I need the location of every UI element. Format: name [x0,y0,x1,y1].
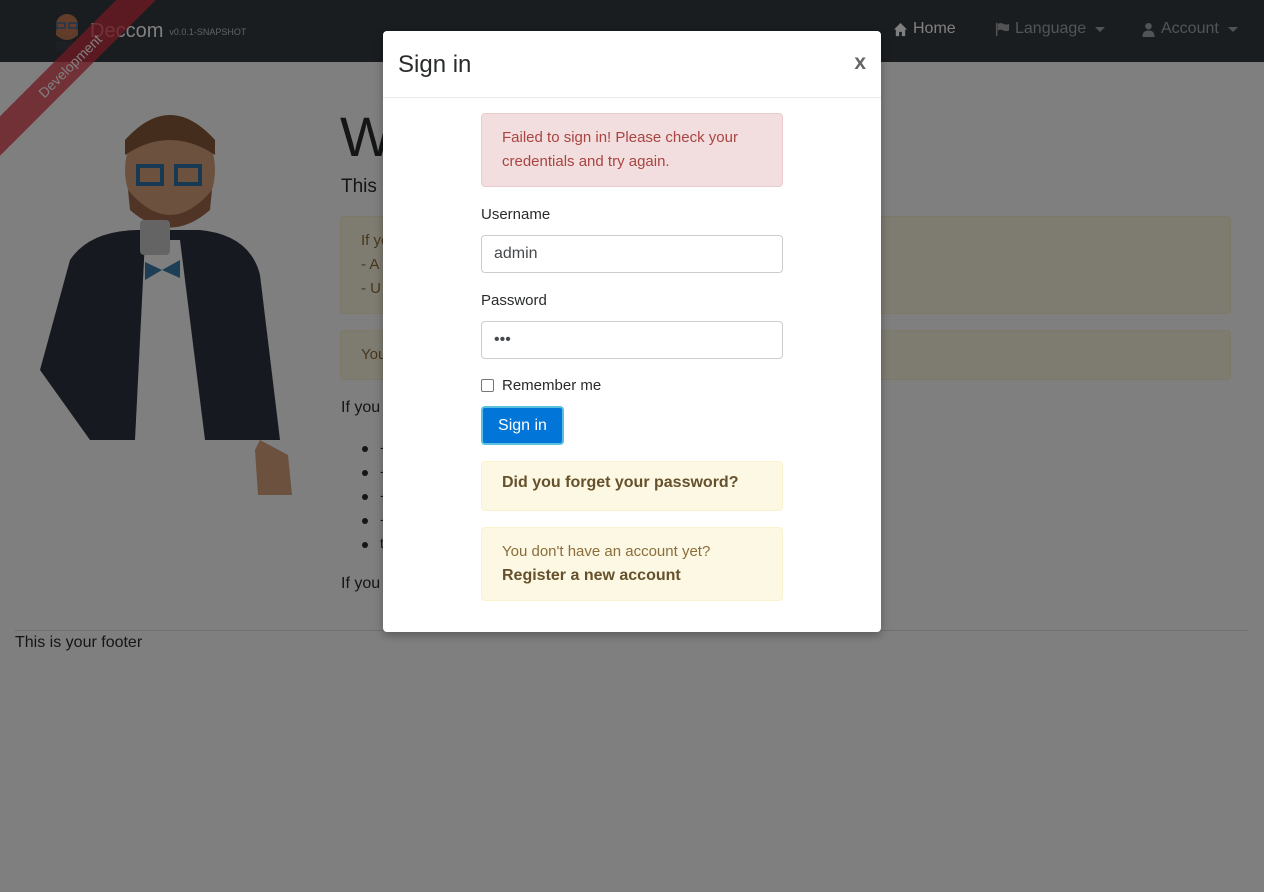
remember-me-checkbox[interactable] [481,379,494,392]
remember-me-label: Remember me [502,377,602,394]
forgot-password-alert: Did you forget your password? [481,461,783,511]
username-input[interactable] [481,235,783,273]
modal-title: Sign in [398,51,472,78]
error-alert: Failed to sign in! Please check your cre… [481,113,783,187]
register-alert: You don't have an account yet? Register … [481,527,783,601]
sign-in-modal: Sign in x Failed to sign in! Please chec… [383,31,881,632]
no-account-text: You don't have an account yet? [502,543,711,560]
password-input[interactable] [481,321,783,359]
remember-me[interactable]: Remember me [481,377,601,394]
username-label: Username [481,206,551,223]
modal-header: Sign in x [383,31,881,98]
password-label: Password [481,292,547,309]
close-button[interactable]: x [854,51,866,75]
register-link[interactable]: Register a new account [502,564,762,588]
modal-body: Failed to sign in! Please check your cre… [481,113,783,601]
sign-in-button[interactable]: Sign in [481,406,564,445]
error-alert-title: Failed to sign in! [502,129,612,146]
forgot-password-link[interactable]: Did you forget your password? [502,474,738,491]
